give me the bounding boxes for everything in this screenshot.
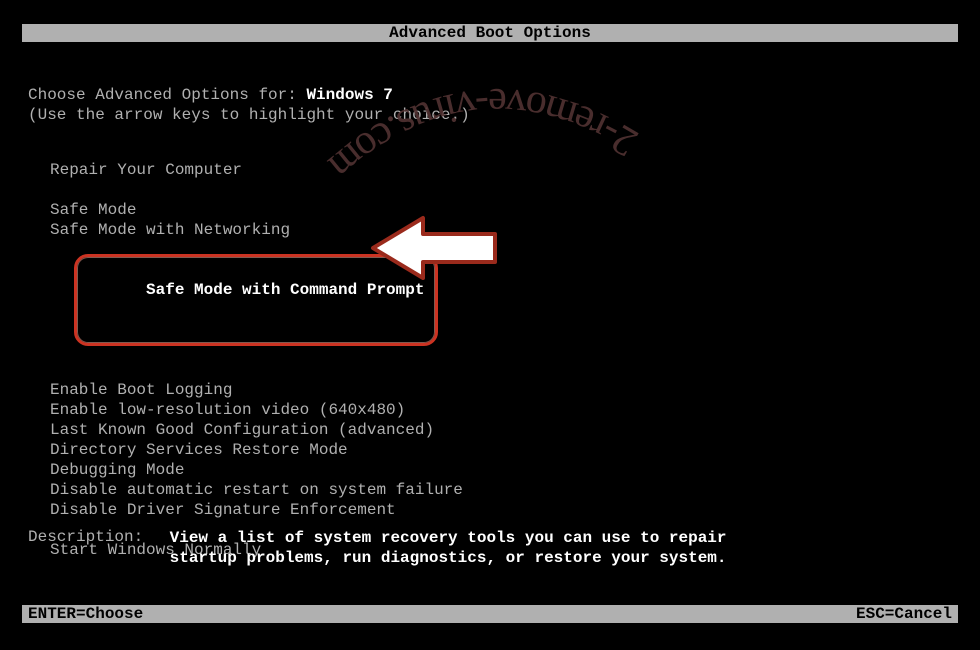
option-ds-restore[interactable]: Directory Services Restore Mode <box>50 440 463 460</box>
option-safe-mode[interactable]: Safe Mode <box>50 200 463 220</box>
prompt-line: Choose Advanced Options for: Windows 7 <box>28 86 393 104</box>
option-low-res[interactable]: Enable low-resolution video (640x480) <box>50 400 463 420</box>
title-text: Advanced Boot Options <box>389 24 591 42</box>
option-disable-auto-restart[interactable]: Disable automatic restart on system fail… <box>50 480 463 500</box>
prompt-os: Windows 7 <box>306 86 392 104</box>
option-safe-mode-cmd-label: Safe Mode with Command Prompt <box>146 281 424 299</box>
footer-esc: ESC=Cancel <box>856 605 952 623</box>
boot-options-list: Repair Your Computer Safe Mode Safe Mode… <box>50 160 463 560</box>
option-repair[interactable]: Repair Your Computer <box>50 160 463 180</box>
option-debugging[interactable]: Debugging Mode <box>50 460 463 480</box>
instruction-line: (Use the arrow keys to highlight your ch… <box>28 106 470 124</box>
footer-bar: ENTER=Choose ESC=Cancel <box>22 605 958 623</box>
title-bar: Advanced Boot Options <box>22 24 958 42</box>
description-body: View a list of system recovery tools you… <box>170 528 730 568</box>
footer-enter: ENTER=Choose <box>28 605 143 623</box>
option-boot-logging[interactable]: Enable Boot Logging <box>50 380 463 400</box>
option-safe-mode-networking[interactable]: Safe Mode with Networking <box>50 220 463 240</box>
highlight-outline <box>74 254 438 346</box>
option-last-known-good[interactable]: Last Known Good Configuration (advanced) <box>50 420 463 440</box>
option-disable-driver-sig[interactable]: Disable Driver Signature Enforcement <box>50 500 463 520</box>
description-block: Description: View a list of system recov… <box>28 528 730 568</box>
option-safe-mode-cmd[interactable]: Safe Mode with Command Prompt <box>50 240 463 360</box>
description-label: Description: <box>28 528 160 546</box>
prompt-prefix: Choose Advanced Options for: <box>28 86 306 104</box>
